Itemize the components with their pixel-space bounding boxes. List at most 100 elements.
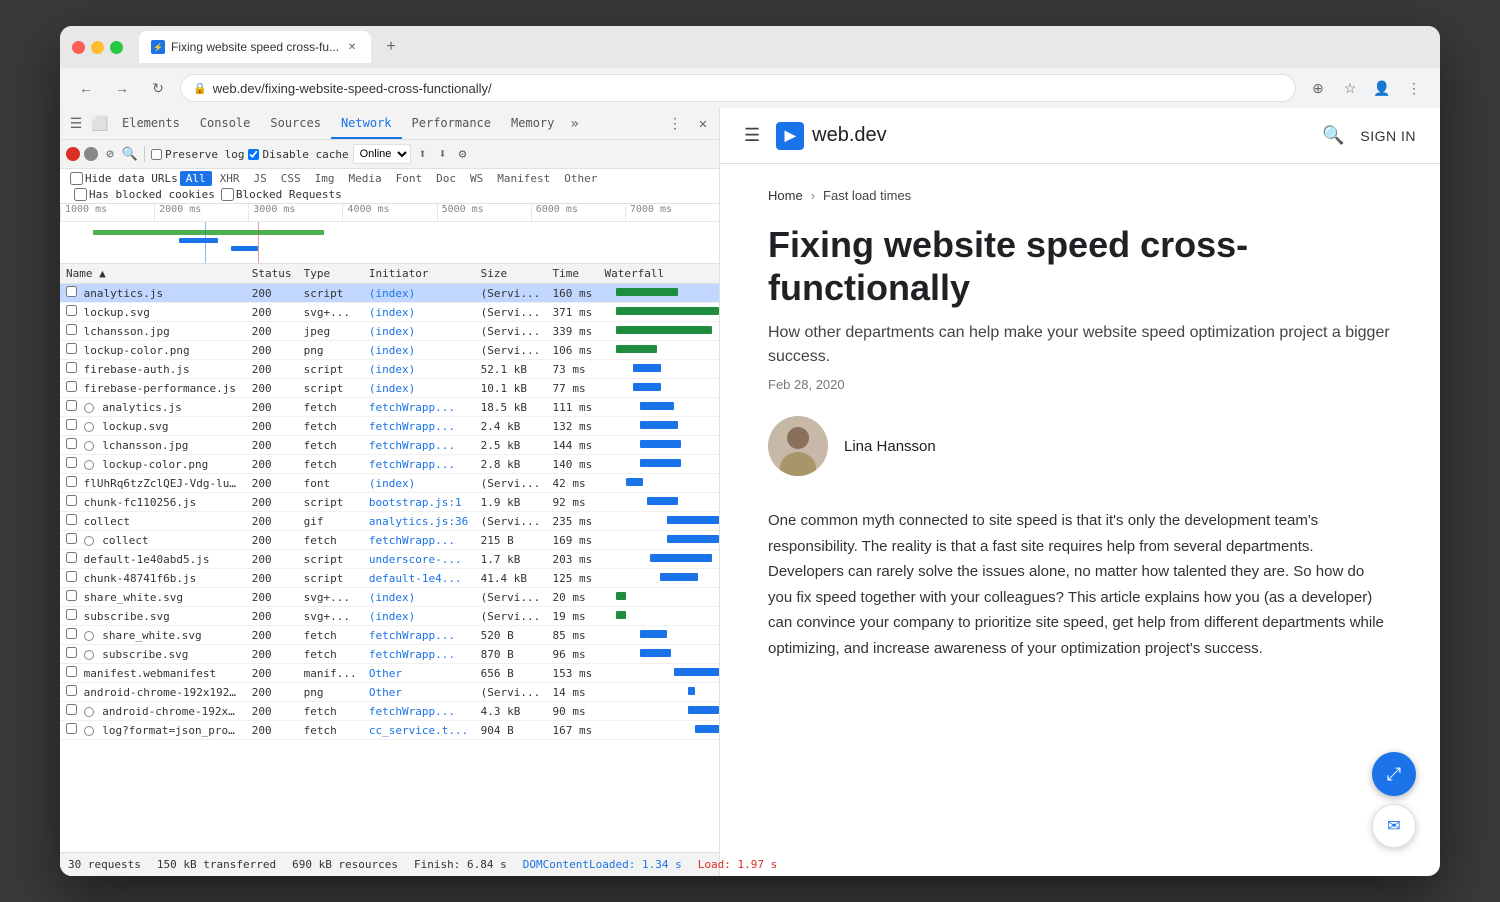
col-header-time[interactable]: Time bbox=[547, 264, 599, 284]
row-checkbox[interactable] bbox=[66, 400, 77, 411]
row-checkbox[interactable] bbox=[66, 362, 77, 373]
table-row[interactable]: lchansson.jpg 200 jpeg (index) (Servi...… bbox=[60, 322, 719, 341]
reload-button[interactable]: ↻ bbox=[144, 74, 172, 102]
table-row[interactable]: share_white.svg 200 fetch fetchWrapp... … bbox=[60, 626, 719, 645]
filter-js[interactable]: JS bbox=[247, 171, 272, 186]
settings-icon[interactable]: ⚙ bbox=[455, 146, 471, 162]
table-row[interactable]: chunk-48741f6b.js 200 script default-1e4… bbox=[60, 569, 719, 588]
active-tab[interactable]: ⚡ Fixing website speed cross-fu... ✕ bbox=[139, 31, 371, 63]
row-checkbox[interactable] bbox=[66, 704, 77, 715]
col-header-name[interactable]: Name ▲ bbox=[60, 264, 246, 284]
col-header-type[interactable]: Type bbox=[298, 264, 363, 284]
close-button[interactable] bbox=[72, 41, 85, 54]
row-checkbox[interactable] bbox=[66, 628, 77, 639]
table-row[interactable]: analytics.js 200 script (index) (Servi..… bbox=[60, 284, 719, 303]
table-row[interactable]: collect 200 gif analytics.js:36 (Servi..… bbox=[60, 512, 719, 531]
row-checkbox[interactable] bbox=[66, 609, 77, 620]
disable-cache-checkbox[interactable] bbox=[248, 149, 259, 160]
row-checkbox[interactable] bbox=[66, 514, 77, 525]
blocked-cookies-checkbox[interactable] bbox=[74, 188, 87, 201]
breadcrumb-home[interactable]: Home bbox=[768, 188, 803, 203]
bookmark-icon[interactable]: ☆ bbox=[1336, 74, 1364, 102]
upload-icon[interactable]: ⬆ bbox=[415, 146, 431, 162]
menu-icon[interactable]: ⋮ bbox=[1400, 74, 1428, 102]
tab-performance[interactable]: Performance bbox=[402, 108, 501, 139]
table-row[interactable]: android-chrome-192x192... 200 png Other … bbox=[60, 683, 719, 702]
table-row[interactable]: analytics.js 200 fetch fetchWrapp... 18.… bbox=[60, 398, 719, 417]
blocked-cookies-label[interactable]: Has blocked cookies bbox=[74, 188, 215, 201]
row-checkbox[interactable] bbox=[66, 590, 77, 601]
filter-icon[interactable]: ⊘ bbox=[102, 146, 118, 162]
table-row[interactable]: collect 200 fetch fetchWrapp... 215 B 16… bbox=[60, 531, 719, 550]
row-checkbox[interactable] bbox=[66, 571, 77, 582]
table-row[interactable]: manifest.webmanifest 200 manif... Other … bbox=[60, 664, 719, 683]
table-row[interactable]: firebase-performance.js 200 script (inde… bbox=[60, 379, 719, 398]
row-checkbox[interactable] bbox=[66, 666, 77, 677]
row-checkbox[interactable] bbox=[66, 381, 77, 392]
table-row[interactable]: default-1e40abd5.js 200 script underscor… bbox=[60, 550, 719, 569]
row-checkbox[interactable] bbox=[66, 324, 77, 335]
table-row[interactable]: lockup.svg 200 fetch fetchWrapp... 2.4 k… bbox=[60, 417, 719, 436]
row-checkbox[interactable] bbox=[66, 419, 77, 430]
tab-sources[interactable]: Sources bbox=[260, 108, 331, 139]
row-checkbox[interactable] bbox=[66, 438, 77, 449]
filter-other[interactable]: Other bbox=[558, 171, 603, 186]
tab-close-icon[interactable]: ✕ bbox=[345, 40, 359, 54]
col-header-waterfall[interactable]: Waterfall bbox=[598, 264, 719, 284]
hamburger-icon[interactable]: ☰ bbox=[744, 125, 760, 146]
row-checkbox[interactable] bbox=[66, 533, 77, 544]
table-row[interactable]: lockup-color.png 200 fetch fetchWrapp...… bbox=[60, 455, 719, 474]
table-row[interactable]: lchansson.jpg 200 fetch fetchWrapp... 2.… bbox=[60, 436, 719, 455]
minimize-button[interactable] bbox=[91, 41, 104, 54]
filter-all[interactable]: All bbox=[180, 171, 212, 186]
filter-manifest[interactable]: Manifest bbox=[491, 171, 556, 186]
filter-xhr[interactable]: XHR bbox=[214, 171, 246, 186]
share-fab-button[interactable]: ⤢ bbox=[1372, 752, 1416, 796]
table-row[interactable]: subscribe.svg 200 fetch fetchWrapp... 87… bbox=[60, 645, 719, 664]
blocked-requests-label[interactable]: Blocked Requests bbox=[221, 188, 342, 201]
row-checkbox[interactable] bbox=[66, 457, 77, 468]
devtools-toggle2[interactable]: ⬜ bbox=[88, 112, 112, 136]
tab-memory[interactable]: Memory bbox=[501, 108, 564, 139]
throttle-select[interactable]: Online bbox=[353, 144, 411, 164]
filter-ws[interactable]: WS bbox=[464, 171, 489, 186]
table-row[interactable]: lockup.svg 200 svg+... (index) (Servi...… bbox=[60, 303, 719, 322]
preserve-log-label[interactable]: Preserve log bbox=[151, 148, 244, 161]
search-icon[interactable]: 🔍 bbox=[1322, 125, 1344, 146]
devtools-more-icon[interactable]: ⋮ bbox=[663, 112, 687, 136]
address-bar[interactable]: 🔒 web.dev/fixing-website-speed-cross-fun… bbox=[180, 74, 1296, 102]
sign-in-button[interactable]: SIGN IN bbox=[1360, 128, 1416, 144]
filter-css[interactable]: CSS bbox=[275, 171, 307, 186]
profile-icon[interactable]: 👤 bbox=[1368, 74, 1396, 102]
col-header-size[interactable]: Size bbox=[475, 264, 547, 284]
row-checkbox[interactable] bbox=[66, 305, 77, 316]
back-button[interactable]: ← bbox=[72, 74, 100, 102]
new-tab-button[interactable]: + bbox=[377, 33, 405, 61]
tab-console[interactable]: Console bbox=[190, 108, 261, 139]
hide-data-urls-label[interactable]: Hide data URLs bbox=[70, 172, 178, 185]
record-button[interactable] bbox=[66, 147, 80, 161]
devtools-close-icon[interactable]: ✕ bbox=[691, 112, 715, 136]
filter-img[interactable]: Img bbox=[309, 171, 341, 186]
disable-cache-label[interactable]: Disable cache bbox=[248, 148, 348, 161]
filter-font[interactable]: Font bbox=[390, 171, 429, 186]
stop-button[interactable] bbox=[84, 147, 98, 161]
col-header-initiator[interactable]: Initiator bbox=[363, 264, 475, 284]
col-header-status[interactable]: Status bbox=[246, 264, 298, 284]
network-table-container[interactable]: Name ▲ Status Type Initiator Size Time W… bbox=[60, 264, 719, 852]
search-icon[interactable]: 🔍 bbox=[122, 146, 138, 162]
forward-button[interactable]: → bbox=[108, 74, 136, 102]
more-tabs-icon[interactable]: » bbox=[564, 116, 584, 132]
row-checkbox[interactable] bbox=[66, 343, 77, 354]
row-checkbox[interactable] bbox=[66, 685, 77, 696]
filter-media[interactable]: Media bbox=[342, 171, 387, 186]
table-row[interactable]: chunk-fc110256.js 200 script bootstrap.j… bbox=[60, 493, 719, 512]
row-checkbox[interactable] bbox=[66, 476, 77, 487]
tab-elements[interactable]: Elements bbox=[112, 108, 190, 139]
filter-doc[interactable]: Doc bbox=[430, 171, 462, 186]
table-row[interactable]: firebase-auth.js 200 script (index) 52.1… bbox=[60, 360, 719, 379]
devtools-toggle[interactable]: ☰ bbox=[64, 112, 88, 136]
row-checkbox[interactable] bbox=[66, 495, 77, 506]
table-row[interactable]: share_white.svg 200 svg+... (index) (Ser… bbox=[60, 588, 719, 607]
hide-data-urls-checkbox[interactable] bbox=[70, 172, 83, 185]
